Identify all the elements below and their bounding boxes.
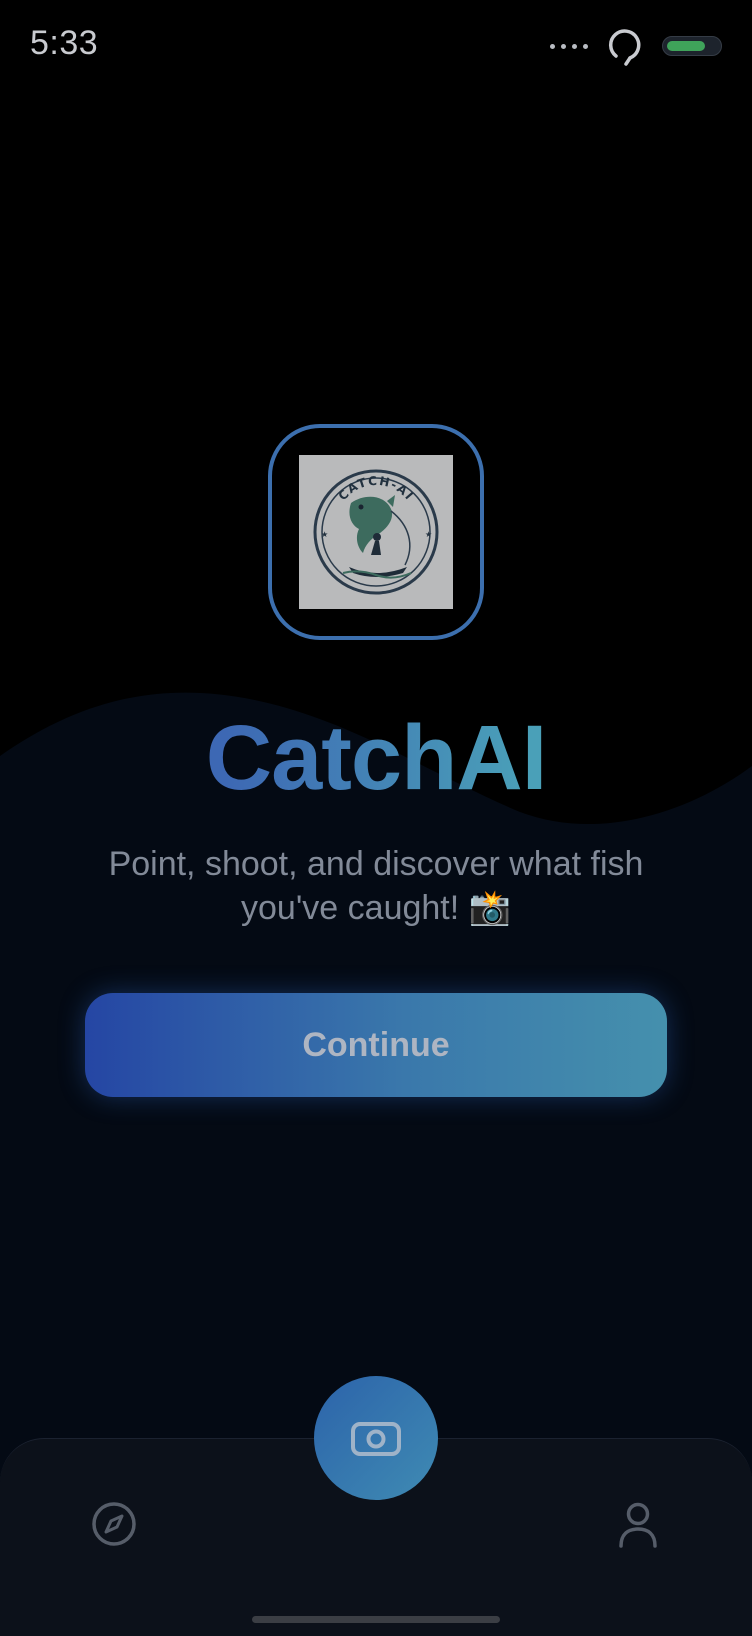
- status-time: 5:33: [30, 24, 99, 62]
- svg-text:★: ★: [321, 530, 328, 539]
- user-icon[interactable]: [614, 1500, 662, 1550]
- camera-icon: [351, 1422, 401, 1456]
- app-title: CatchAI: [0, 706, 752, 811]
- status-bar: 5:33: [0, 0, 752, 96]
- loading-icon: [608, 29, 641, 66]
- continue-button[interactable]: Continue: [85, 993, 667, 1097]
- welcome-screen: 5:33 CATCH-AI ★ ★ CatchAI Point, shoot, …: [0, 0, 752, 1636]
- more-dots-icon: [550, 44, 590, 52]
- compass-icon[interactable]: [90, 1500, 138, 1548]
- camera-button[interactable]: [314, 1376, 438, 1500]
- catchai-logo-image: CATCH-AI ★ ★: [299, 455, 453, 609]
- svg-text:★: ★: [425, 530, 432, 539]
- battery-icon: [662, 36, 722, 56]
- tagline: Point, shoot, and discover what fish you…: [108, 845, 644, 927]
- home-indicator[interactable]: [252, 1616, 500, 1623]
- battery-level: [667, 41, 705, 51]
- continue-button-label: Continue: [302, 1025, 450, 1064]
